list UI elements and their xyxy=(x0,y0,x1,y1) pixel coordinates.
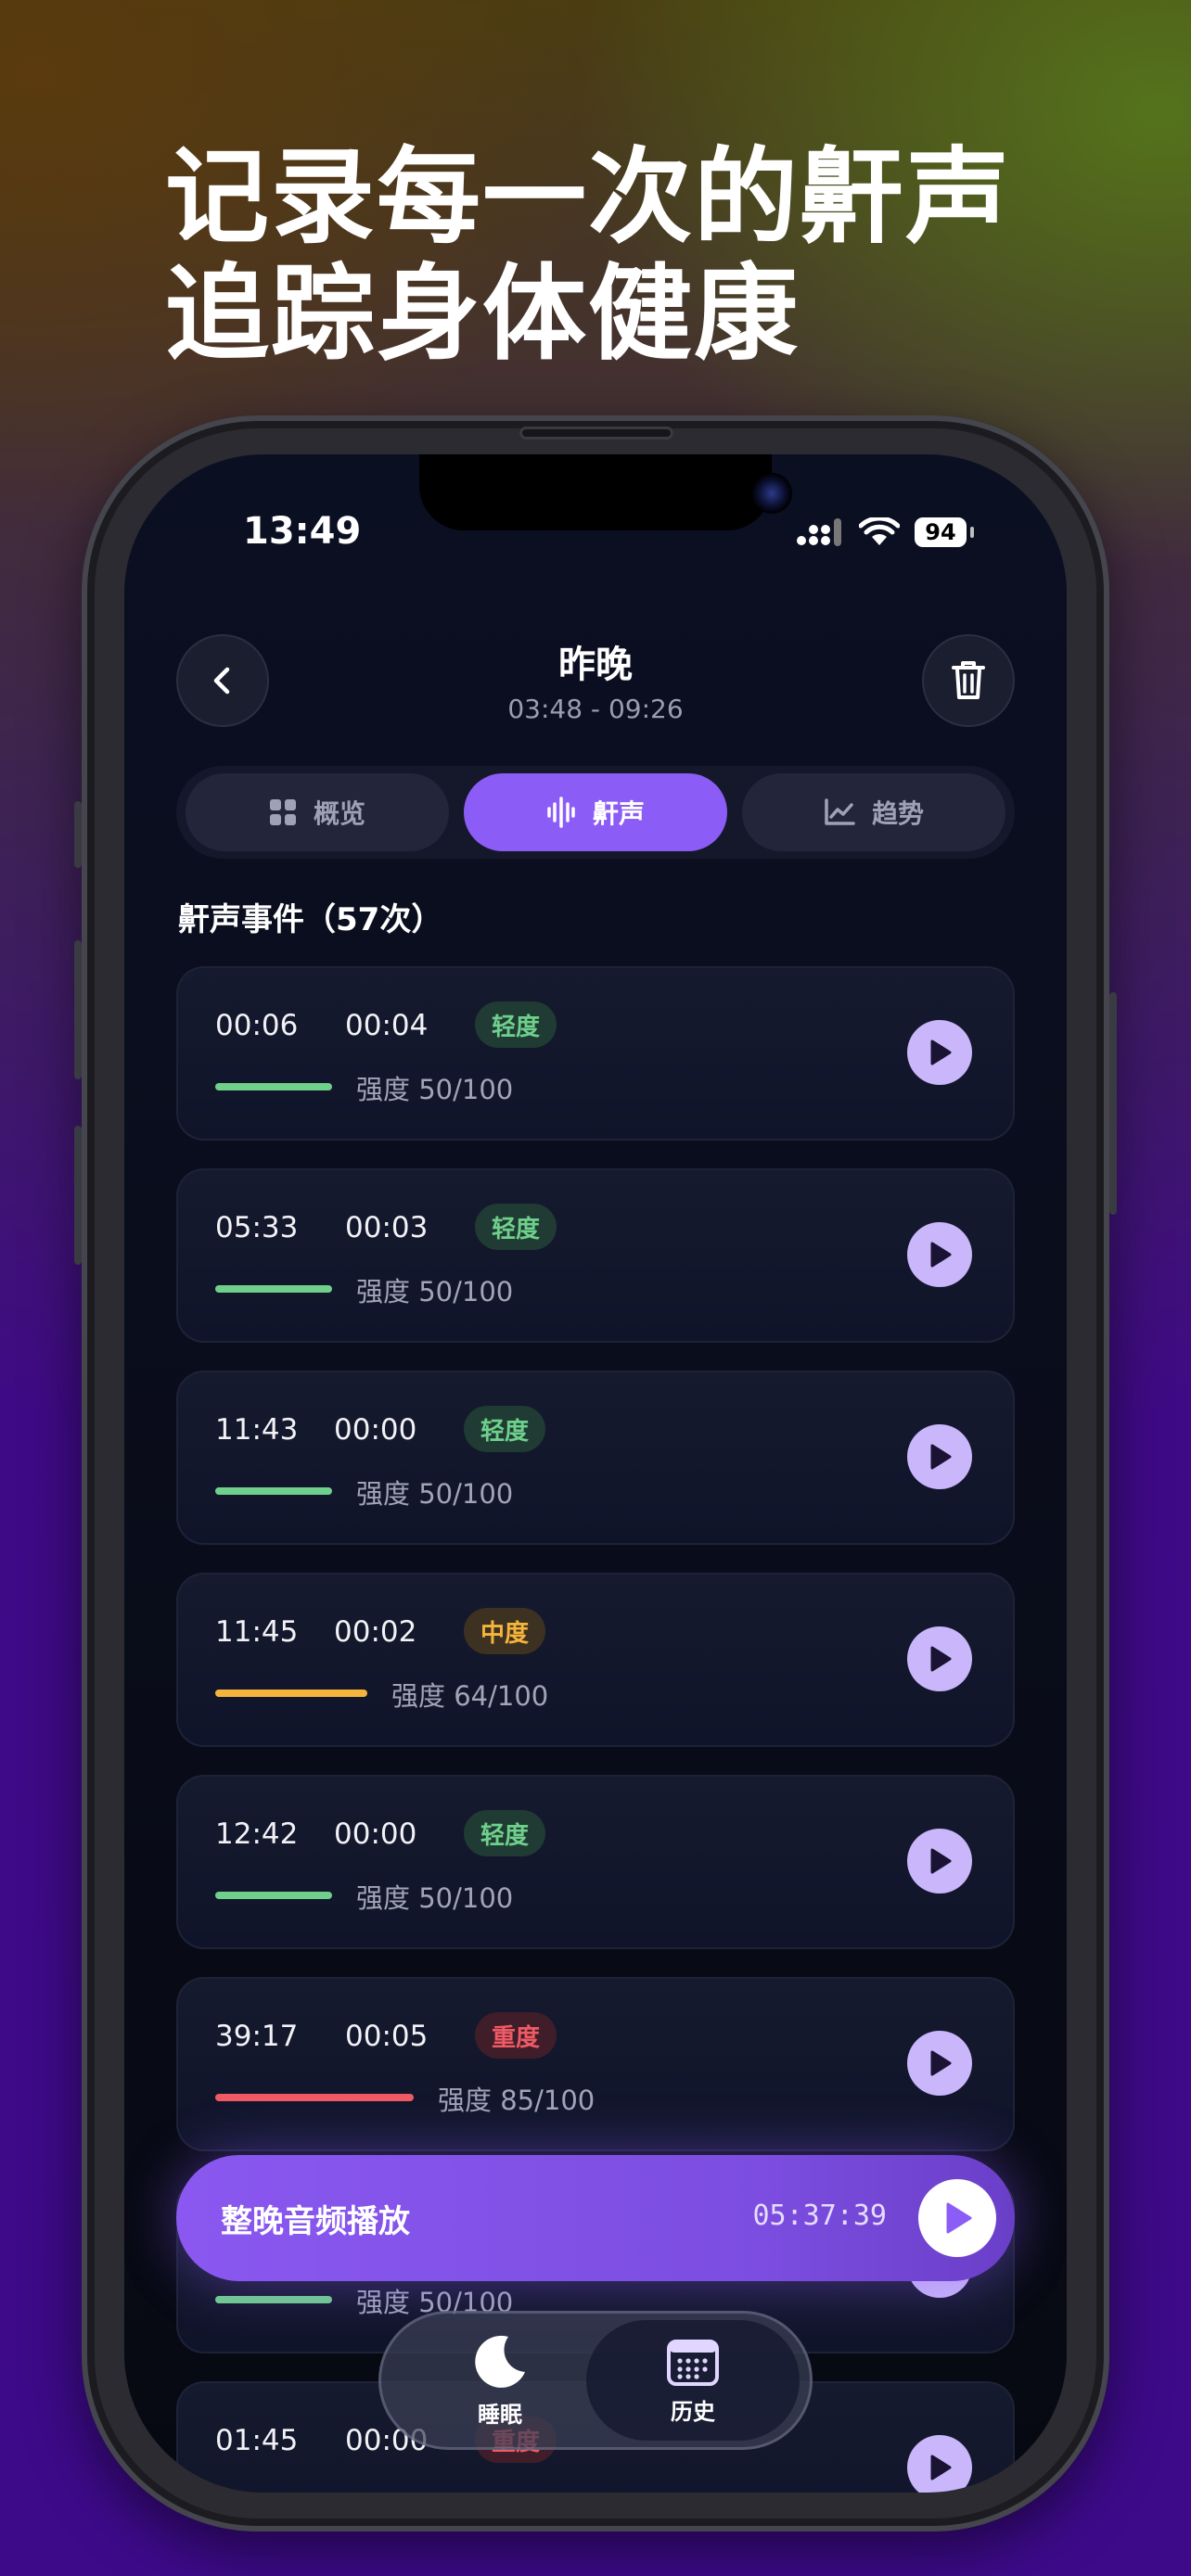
section-title: 鼾声事件（57次） xyxy=(178,901,443,938)
play-event-button[interactable] xyxy=(907,1626,972,1691)
severity-badge: 轻度 xyxy=(464,1810,546,1856)
play-icon xyxy=(930,1848,952,1874)
play-icon xyxy=(930,1646,952,1672)
play-icon xyxy=(930,2050,952,2076)
event-duration: 00:00 xyxy=(334,1413,417,1447)
intensity-bar xyxy=(215,1083,332,1090)
event-time: 12:42 xyxy=(215,1817,299,1851)
play-icon xyxy=(930,1039,952,1065)
severity-badge: 轻度 xyxy=(475,1204,557,1250)
battery-tip xyxy=(970,527,974,538)
severity-badge: 重度 xyxy=(475,2012,557,2059)
event-time: 05:33 xyxy=(215,1211,299,1244)
severity-badge: 中度 xyxy=(464,1608,546,1654)
play-event-button[interactable] xyxy=(907,1222,972,1287)
headline-line-2: 追踪身体健康 xyxy=(165,254,800,375)
headline-line-1: 记录每一次的鼾声 xyxy=(165,137,1011,258)
headline: 记录每一次的鼾声 追踪身体健康 xyxy=(165,139,1148,373)
severity-badge: 轻度 xyxy=(464,1406,546,1452)
play-event-button[interactable] xyxy=(907,1829,972,1894)
event-duration: 00:02 xyxy=(334,1615,417,1649)
play-icon xyxy=(930,2455,952,2480)
snore-event-card[interactable]: 11:45 00:02 中度强度 64/100 xyxy=(176,1573,1015,1747)
grid-icon xyxy=(269,799,296,825)
play-event-button[interactable] xyxy=(907,1424,972,1489)
app-screen: 13:49 94 昨晚 03:48 - 09:26 概览 鼾声 趋势 鼾声事件（… xyxy=(124,454,1067,2493)
intensity-label: 强度 64/100 xyxy=(391,1680,549,1712)
status-icons: 94 xyxy=(796,512,974,553)
status-time: 13:49 xyxy=(243,510,362,553)
tab-snoring[interactable]: 鼾声 xyxy=(464,773,727,851)
battery-icon: 94 xyxy=(915,517,967,547)
phone-volume-down-button xyxy=(74,1126,82,1265)
tab-overview-label: 概览 xyxy=(313,798,365,829)
play-event-button[interactable] xyxy=(907,2435,972,2493)
intensity-label: 强度 50/100 xyxy=(356,1074,514,1105)
intensity-bar xyxy=(215,1487,332,1495)
calendar-icon xyxy=(667,2339,719,2386)
phone-volume-up-button xyxy=(74,940,82,1079)
snore-event-card[interactable]: 39:17 00:05 重度强度 85/100 xyxy=(176,1977,1015,2151)
tab-snoring-label: 鼾声 xyxy=(592,798,645,829)
severity-badge: 轻度 xyxy=(475,1001,557,1048)
full-night-audio-player[interactable]: 整晚音频播放 05:37:39 xyxy=(176,2155,1015,2281)
tab-sleep-label: 睡眠 xyxy=(478,2401,522,2428)
cellular-signal-icon xyxy=(797,518,841,546)
player-label: 整晚音频播放 xyxy=(221,2203,410,2240)
phone-speaker xyxy=(519,427,673,440)
intensity-label: 强度 50/100 xyxy=(356,1478,514,1510)
event-time: 01:45 xyxy=(215,2424,299,2457)
tab-trends-label: 趋势 xyxy=(871,798,924,829)
tab-history[interactable]: 历史 xyxy=(586,2320,800,2441)
play-event-button[interactable] xyxy=(907,1020,972,1085)
event-time: 11:45 xyxy=(215,1615,299,1649)
play-icon xyxy=(946,2202,972,2234)
tab-history-label: 历史 xyxy=(671,2398,715,2425)
waveform-icon xyxy=(547,797,575,828)
bottom-tab-bar: 睡眠 历史 xyxy=(378,2311,813,2450)
camera-icon xyxy=(751,473,792,514)
snore-event-card[interactable]: 05:33 00:03 轻度强度 50/100 xyxy=(176,1168,1015,1343)
delete-button[interactable] xyxy=(922,634,1015,727)
tab-sleep[interactable]: 睡眠 xyxy=(393,2320,607,2441)
event-time: 39:17 xyxy=(215,2020,299,2053)
player-time: 05:37:39 xyxy=(752,2200,888,2232)
intensity-bar xyxy=(215,2094,414,2101)
moon-icon xyxy=(475,2335,525,2388)
play-icon xyxy=(930,1444,952,1470)
tab-overview[interactable]: 概览 xyxy=(186,773,449,851)
player-play-button[interactable] xyxy=(918,2179,996,2257)
line-chart-icon xyxy=(825,798,855,825)
play-icon xyxy=(930,1242,952,1268)
wifi-icon xyxy=(859,517,900,545)
tab-trends[interactable]: 趋势 xyxy=(742,773,1005,851)
intensity-label: 强度 50/100 xyxy=(356,1882,514,1914)
play-event-button[interactable] xyxy=(907,2031,972,2096)
intensity-bar xyxy=(215,1285,332,1293)
event-duration: 00:03 xyxy=(345,1211,429,1244)
intensity-label: 强度 50/100 xyxy=(356,1276,514,1307)
event-duration: 00:04 xyxy=(345,1009,429,1042)
intensity-bar xyxy=(215,1690,367,1697)
snore-event-card[interactable]: 11:43 00:00 轻度强度 50/100 xyxy=(176,1371,1015,1545)
phone-power-button xyxy=(1109,992,1117,1215)
trash-icon xyxy=(952,661,985,699)
phone-action-button xyxy=(74,801,82,868)
snore-event-card[interactable]: 00:06 00:04 轻度强度 50/100 xyxy=(176,966,1015,1141)
intensity-bar xyxy=(215,1892,332,1899)
intensity-label: 强度 85/100 xyxy=(438,2085,596,2116)
event-duration: 00:00 xyxy=(334,1817,417,1851)
dynamic-island xyxy=(419,454,792,530)
view-segmented-control: 概览 鼾声 趋势 xyxy=(176,766,1015,859)
event-time: 00:06 xyxy=(215,1009,299,1042)
event-time: 11:43 xyxy=(215,1413,299,1447)
event-duration: 00:05 xyxy=(345,2020,429,2053)
intensity-bar xyxy=(215,2296,332,2303)
snore-event-card[interactable]: 12:42 00:00 轻度强度 50/100 xyxy=(176,1775,1015,1949)
